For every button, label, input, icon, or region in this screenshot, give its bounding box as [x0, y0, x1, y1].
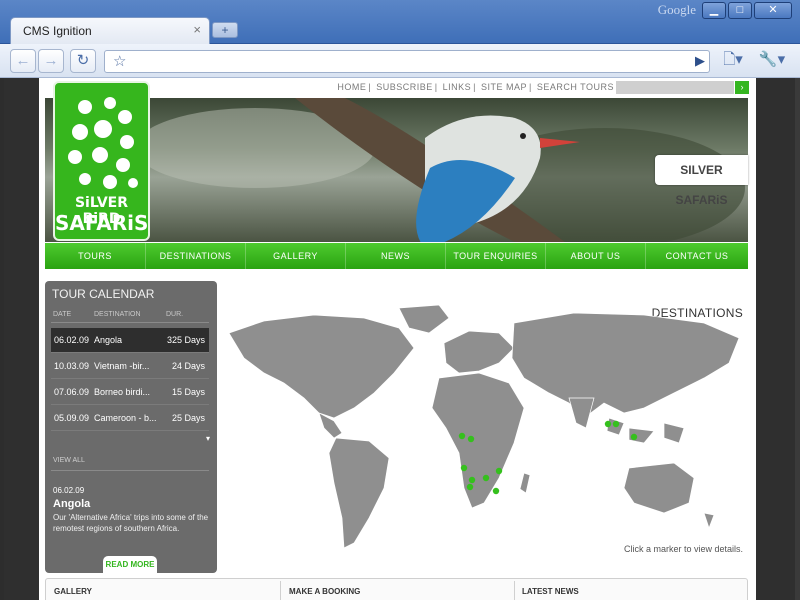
reload-button[interactable]: ↻ — [70, 49, 96, 73]
go-icon[interactable]: ▶ — [695, 53, 705, 69]
window-edge — [795, 78, 800, 600]
map-hint: Click a marker to view details. — [623, 544, 743, 554]
close-button[interactable]: ✕ — [754, 2, 792, 19]
map-marker[interactable] — [466, 483, 474, 491]
top-links: HOME | SUBSCRIBE | LINKS | SITE MAP | SEARCH… — [337, 82, 614, 92]
browser-toolbar: ← → ↻ ☆ ▶ 🗋▾ 🔧▾ — [0, 44, 800, 78]
calendar-row[interactable]: 10.03.09 Vietnam -bir... 24 Days — [51, 354, 209, 379]
booking-heading[interactable]: MAKE A BOOKING — [289, 587, 360, 596]
nav-destinations[interactable]: DESTINATIONS — [146, 243, 246, 269]
view-all-link[interactable]: VIEW ALL — [53, 457, 85, 464]
divider — [51, 470, 209, 471]
maximize-button[interactable]: □ — [728, 2, 752, 19]
featured-date: 06.02.09 — [53, 486, 85, 495]
close-icon[interactable]: × — [193, 22, 201, 37]
address-bar[interactable]: ☆ ▶ — [104, 50, 710, 73]
row-destination: Cameroon - b... — [94, 413, 157, 423]
map-marker[interactable] — [460, 464, 468, 472]
nav-tours[interactable]: TOURS — [45, 243, 146, 269]
map-marker[interactable] — [468, 476, 476, 484]
hero-photo — [135, 98, 745, 242]
nav-news[interactable]: NEWS — [346, 243, 446, 269]
row-duration: 25 Days — [171, 413, 205, 423]
divider — [280, 581, 281, 600]
header-date: DATE — [53, 311, 72, 318]
top-link-subscribe[interactable]: SUBSCRIBE — [376, 82, 433, 92]
calendar-title: TOUR CALENDAR — [52, 287, 155, 301]
featured-destination: Angola — [53, 498, 91, 510]
forward-button[interactable]: → — [38, 49, 64, 73]
row-date: 07.06.09 — [54, 387, 90, 397]
row-date: 05.09.09 — [54, 413, 90, 423]
birds-logo-icon — [68, 97, 138, 189]
scroll-down-icon[interactable]: ▾ — [206, 434, 210, 443]
row-destination: Borneo birdi... — [94, 387, 151, 397]
bottom-panels: GALLERY MAKE A BOOKING LATEST NEWS — [45, 578, 748, 600]
map-marker[interactable] — [630, 433, 638, 441]
map-marker[interactable] — [604, 420, 612, 428]
row-date: 10.03.09 — [54, 361, 90, 371]
nav-tour-enquiries[interactable]: TOUR ENQUIRIES — [446, 243, 546, 269]
minimize-button[interactable]: ▁ — [702, 2, 726, 19]
main-nav: TOURS DESTINATIONS GALLERY NEWS TOUR ENQ… — [45, 243, 748, 269]
web-page: HOME | SUBSCRIBE | LINKS | SITE MAP | SEARCH… — [39, 78, 756, 600]
tour-calendar: TOUR CALENDAR DATE DESTINATION DUR. 06.0… — [45, 281, 217, 573]
read-more-button[interactable]: READ MORE — [103, 556, 157, 573]
map-marker[interactable] — [612, 420, 620, 428]
hero-badge: SILVER SAFARiS — [655, 155, 748, 207]
nav-about-us[interactable]: ABOUT US — [546, 243, 646, 269]
star-icon[interactable]: ☆ — [113, 52, 126, 70]
arrow-right-icon: › — [740, 82, 744, 92]
row-duration: 325 Days — [166, 335, 205, 345]
map-marker[interactable] — [482, 474, 490, 482]
row-duration: 15 Days — [171, 387, 205, 397]
tab-title: CMS Ignition — [23, 24, 92, 38]
calendar-row[interactable]: 05.09.09 Cameroon - b... 25 Days — [51, 406, 209, 431]
top-link-site-map[interactable]: SITE MAP — [481, 82, 527, 92]
world-map[interactable] — [224, 303, 749, 558]
calendar-row[interactable]: 06.02.09 Angola 325 Days — [51, 328, 209, 353]
header-duration: DUR. — [166, 311, 184, 318]
browser-brand: Google — [657, 2, 696, 17]
search-input[interactable] — [616, 81, 734, 94]
row-destination: Vietnam -bir... — [94, 361, 150, 371]
map-marker[interactable] — [492, 487, 500, 495]
gallery-heading[interactable]: GALLERY — [54, 587, 92, 596]
logo-text-line2: SAFARiS — [55, 211, 149, 235]
nav-contact-us[interactable]: CONTACT US — [646, 243, 748, 269]
nav-gallery[interactable]: GALLERY — [246, 243, 346, 269]
featured-description: Our 'Alternative Africa' trips into some… — [53, 513, 209, 533]
map-marker[interactable] — [495, 467, 503, 475]
map-marker[interactable] — [458, 432, 466, 440]
search-go-button[interactable]: › — [735, 81, 749, 94]
new-tab-button[interactable]: + — [212, 22, 238, 38]
wrench-menu-button[interactable]: 🔧▾ — [756, 49, 788, 73]
map-marker[interactable] — [467, 435, 475, 443]
divider — [514, 581, 515, 600]
row-duration: 24 Days — [171, 361, 205, 371]
browser-tab[interactable]: CMS Ignition × — [10, 17, 210, 44]
calendar-row[interactable]: 07.06.09 Borneo birdi... 15 Days — [51, 380, 209, 405]
site-logo[interactable]: SiLVER BiRD SAFARiS — [53, 81, 150, 241]
news-heading[interactable]: LATEST NEWS — [522, 587, 579, 596]
header-destination: DESTINATION — [94, 311, 141, 318]
top-link-search-tours[interactable]: SEARCH TOURS — [537, 82, 614, 92]
top-link-links[interactable]: LINKS — [443, 82, 472, 92]
page-viewport: HOME | SUBSCRIBE | LINKS | SITE MAP | SEARCH… — [4, 78, 795, 600]
browser-titlebar: Google ▁ □ ✕ CMS Ignition × + — [0, 0, 800, 44]
row-destination: Angola — [94, 335, 123, 345]
hero-banner — [45, 98, 748, 242]
back-button[interactable]: ← — [10, 49, 36, 73]
page-menu-button[interactable]: 🗋▾ — [718, 49, 748, 73]
top-link-home[interactable]: HOME — [337, 82, 366, 92]
divider — [51, 322, 209, 323]
plus-icon: + — [221, 23, 229, 37]
row-date: 06.02.09 — [54, 335, 90, 345]
